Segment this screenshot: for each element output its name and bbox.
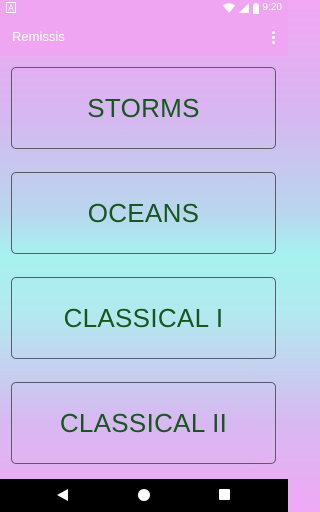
status-bar: A 9:20 (0, 0, 288, 17)
classical-ii-button[interactable]: CLASSICAL II (11, 382, 276, 464)
app-title: Remissis (12, 29, 65, 44)
oceans-button[interactable]: OCEANS (11, 172, 276, 254)
signal-icon (238, 3, 249, 13)
notification-a-icon: A (6, 2, 16, 13)
overflow-menu-icon[interactable] (266, 27, 280, 47)
app-bar: Remissis (0, 17, 288, 56)
classical-i-button[interactable]: CLASSICAL I (11, 277, 276, 359)
status-time: 9:20 (262, 2, 282, 13)
recents-icon[interactable] (219, 489, 230, 500)
wifi-icon (222, 3, 235, 13)
back-icon[interactable] (57, 489, 68, 501)
svg-text:A: A (8, 4, 14, 13)
storms-button[interactable]: STORMS (11, 67, 276, 149)
home-icon[interactable] (138, 489, 150, 501)
navigation-bar (0, 479, 288, 512)
battery-icon (252, 2, 259, 14)
